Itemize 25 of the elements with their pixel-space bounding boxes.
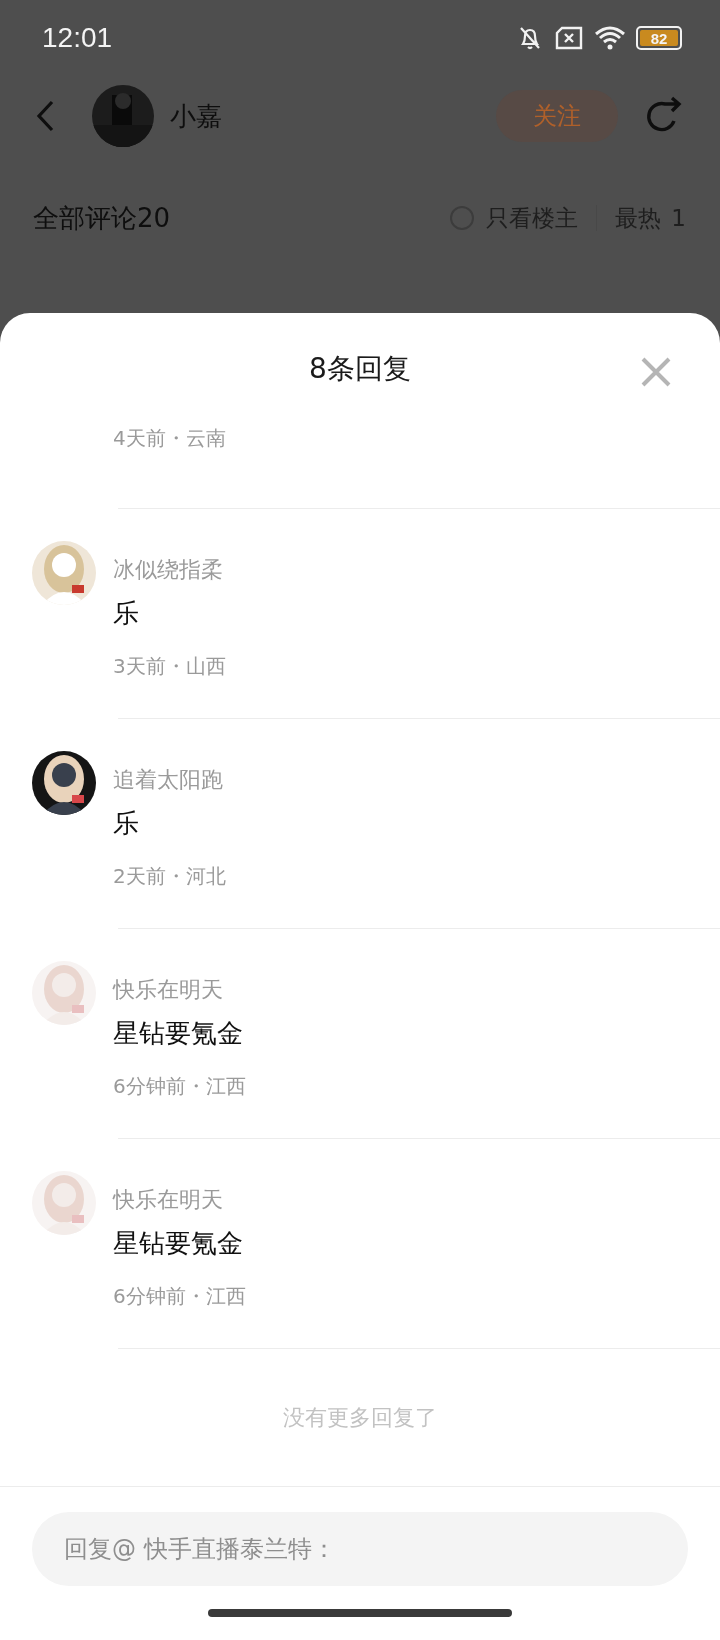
wifi-icon — [594, 25, 626, 51]
status-time: 12:01 — [42, 22, 113, 54]
reply-text: 乐 — [113, 597, 139, 630]
reply-text: 乐 — [113, 807, 139, 840]
reply-text: 星钻要氪金 — [113, 1227, 243, 1260]
sheet-title: 8条回复 — [309, 351, 411, 387]
reply-meta: 3天前・山西 — [113, 653, 226, 679]
sim-card-x-icon — [554, 25, 584, 51]
reply-field[interactable]: 回复@ 快手直播泰兰特： — [32, 1512, 688, 1586]
follow-button[interactable]: 关注 — [496, 90, 618, 142]
reply-meta: 2天前・河北 — [113, 863, 226, 889]
close-icon[interactable] — [640, 356, 672, 388]
reply-meta: 6分钟前・江西 — [113, 1073, 246, 1099]
reply-author: 冰似绕指柔 — [113, 556, 223, 584]
author-name: 小嘉 — [170, 99, 222, 133]
comments-title: 全部评论20 — [33, 201, 171, 235]
reply-author: 快乐在明天 — [113, 976, 223, 1004]
reply-meta: 6分钟前・江西 — [113, 1283, 246, 1309]
battery-icon: 82 — [636, 26, 682, 50]
reply-author: 追着太阳跑 — [113, 766, 223, 794]
back-icon[interactable] — [34, 99, 56, 133]
end-note: 没有更多回复了 — [283, 1403, 437, 1432]
reply-author: 快乐在明天 — [113, 1186, 223, 1214]
reply-meta: 4天前・云南 — [113, 425, 226, 452]
reply-text: 星钻要氪金 — [113, 1017, 243, 1050]
